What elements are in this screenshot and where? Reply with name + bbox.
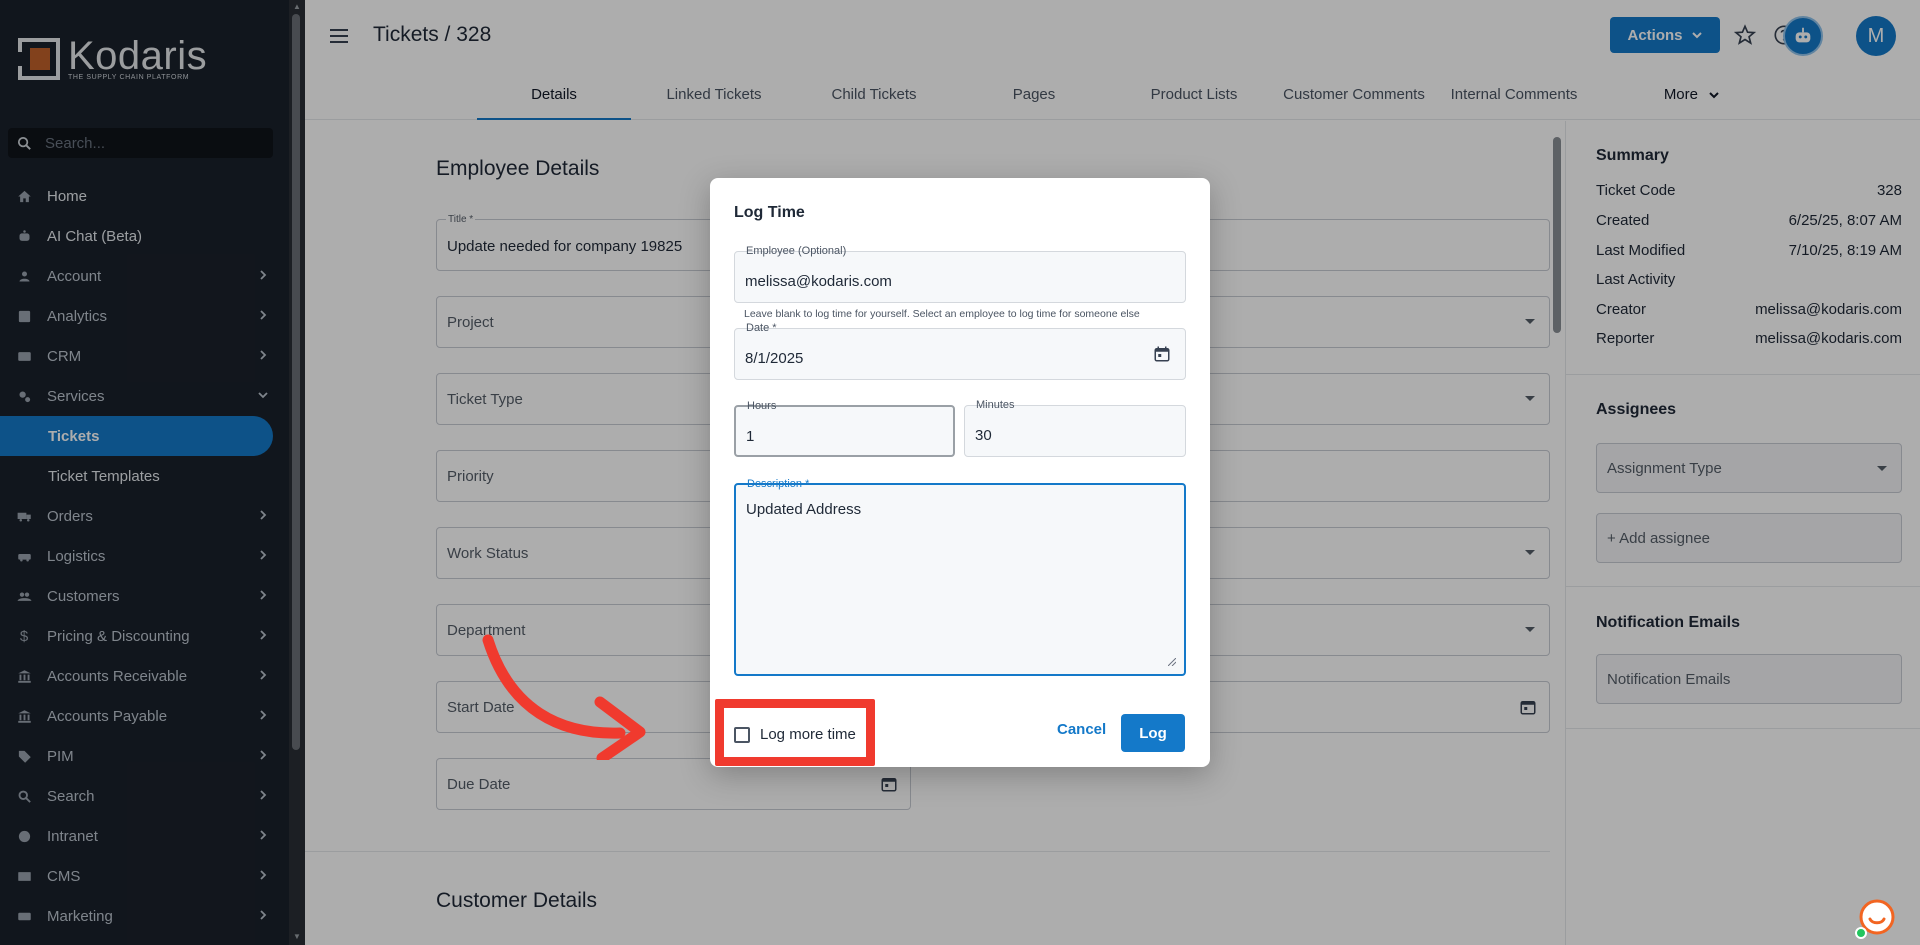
annotation-arrow-icon (482, 634, 646, 760)
log-button[interactable]: Log (1121, 714, 1185, 752)
date-field-value: 8/1/2025 (745, 350, 804, 367)
description-textarea[interactable]: Description * Updated Address (734, 478, 1186, 676)
hours-field-value: 1 (746, 428, 755, 445)
employee-helper-text: Leave blank to log time for yourself. Se… (744, 308, 1140, 320)
support-chat-icon[interactable] (1852, 895, 1896, 939)
resize-handle-icon[interactable] (1168, 658, 1176, 666)
description-field-value: Updated Address (746, 501, 862, 518)
log-time-dialog: Log Time Employee (Optional) melissa@kod… (710, 178, 1210, 767)
date-field[interactable]: Date * 8/1/2025 (734, 322, 1186, 380)
minutes-field-value: 30 (975, 427, 992, 444)
hours-field[interactable]: Hours 1 (734, 400, 955, 457)
cancel-button[interactable]: Cancel (1057, 721, 1106, 738)
annotation-highlight-box (715, 699, 875, 766)
employee-field-label: Employee (Optional) (746, 245, 847, 257)
description-field-label: Description * (747, 478, 810, 490)
dialog-title: Log Time (734, 204, 805, 221)
employee-field[interactable]: Employee (Optional) melissa@kodaris.com (734, 245, 1186, 303)
employee-field-value: melissa@kodaris.com (745, 273, 892, 290)
hours-field-label: Hours (747, 400, 777, 412)
minutes-field[interactable]: Minutes 30 (964, 399, 1186, 457)
date-field-label: Date * (746, 322, 777, 334)
calendar-icon[interactable] (1153, 345, 1171, 363)
minutes-field-label: Minutes (976, 399, 1015, 411)
